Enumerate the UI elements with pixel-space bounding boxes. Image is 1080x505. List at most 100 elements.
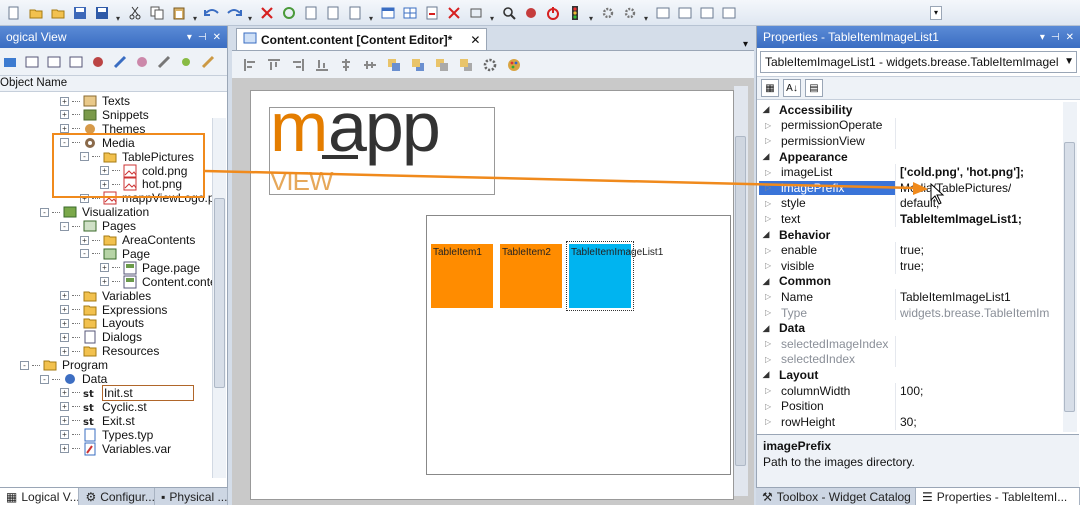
table-item-1-widget[interactable]: TableItem1: [431, 244, 493, 308]
scroll-thumb[interactable]: [214, 198, 225, 388]
tree-item[interactable]: - Page: [80, 247, 150, 261]
property-pages-icon[interactable]: ▤: [805, 79, 823, 97]
sort-alphabetical-icon[interactable]: A↓: [783, 79, 801, 97]
new-file-icon[interactable]: [4, 3, 23, 22]
expand-icon[interactable]: ▷: [765, 292, 771, 301]
property-row[interactable]: ▷ rowHeight 30;: [759, 414, 1063, 430]
close-tab-icon[interactable]: ✕: [470, 33, 480, 47]
tree-item[interactable]: + Types.typ: [60, 428, 153, 442]
puzzle-icon[interactable]: [132, 52, 151, 71]
tree-item[interactable]: + Layouts: [60, 316, 144, 330]
tab-physical-view[interactable]: ▪ Physical ...: [155, 488, 228, 505]
property-value[interactable]: true;: [895, 242, 924, 258]
dropdown-icon[interactable]: ▾: [1040, 32, 1045, 43]
backward-icon[interactable]: [456, 55, 475, 74]
tab-properties[interactable]: ☰ Properties - TableItemI...: [916, 488, 1080, 505]
edit-icon[interactable]: [110, 52, 129, 71]
collapse-icon[interactable]: ◢: [759, 323, 773, 334]
expand-icon[interactable]: ▷: [765, 246, 771, 255]
align-bottom-icon[interactable]: [312, 55, 331, 74]
tree-item[interactable]: + Texts: [60, 94, 130, 108]
expand-icon[interactable]: ▷: [765, 386, 771, 395]
dropdown-icon[interactable]: ▾: [187, 32, 192, 43]
save-all-icon[interactable]: [92, 3, 111, 22]
property-value[interactable]: [895, 133, 900, 149]
expand-icon[interactable]: +: [60, 318, 69, 328]
property-category[interactable]: ◢ Appearance: [759, 148, 1063, 165]
property-value[interactable]: [895, 351, 900, 368]
chevron-down-icon[interactable]: ▼: [1064, 52, 1074, 72]
expand-icon[interactable]: ▷: [765, 121, 771, 130]
collapse-icon[interactable]: -: [80, 249, 89, 259]
collapse-icon[interactable]: ◢: [759, 104, 773, 115]
expand-icon[interactable]: ▷: [765, 308, 771, 317]
bring-front-icon[interactable]: [384, 55, 403, 74]
forward-icon[interactable]: [432, 55, 451, 74]
undo-icon[interactable]: [202, 3, 221, 22]
expand-icon[interactable]: +: [60, 430, 69, 440]
content-page[interactable]: m app VIEW TableItem1 TableItem2 TableIt…: [250, 90, 734, 500]
brush-icon[interactable]: [198, 52, 217, 71]
categorized-icon[interactable]: ▦: [761, 79, 779, 97]
collapse-icon[interactable]: ◢: [759, 369, 773, 380]
tree-item[interactable]: - Program: [20, 358, 108, 372]
list-icon[interactable]: [44, 52, 63, 71]
editor-vscroll[interactable]: [734, 86, 748, 496]
property-value[interactable]: ['cold.png', 'hot.png'];: [895, 164, 1024, 180]
scroll-thumb[interactable]: [1064, 142, 1075, 412]
help-icon[interactable]: [66, 52, 85, 71]
property-value[interactable]: [895, 336, 900, 352]
power-icon[interactable]: [543, 3, 562, 22]
tab-toolbox[interactable]: ⚒ Toolbox - Widget Catalog: [756, 488, 916, 505]
expand-icon[interactable]: ▷: [765, 136, 771, 145]
send-back-icon[interactable]: [408, 55, 427, 74]
gear-icon[interactable]: [480, 55, 499, 74]
property-row[interactable]: ▷ imagePrefix Media/TablePictures/: [759, 180, 1063, 196]
expand-icon[interactable]: +: [60, 96, 69, 106]
expand-icon[interactable]: +: [100, 277, 109, 287]
property-row[interactable]: ▷ permissionOperate: [759, 117, 1063, 134]
expand-icon[interactable]: +: [60, 388, 69, 398]
property-category[interactable]: ◢ Data: [759, 320, 1063, 336]
tools-icon[interactable]: [88, 52, 107, 71]
pin-icon[interactable]: ⊣: [1051, 32, 1060, 43]
editor-canvas[interactable]: m app VIEW TableItem1 TableItem2 TableIt…: [232, 78, 754, 505]
table-item-2-widget[interactable]: TableItem2: [500, 244, 562, 308]
property-value[interactable]: [895, 398, 900, 414]
collapse-icon[interactable]: ◢: [759, 229, 773, 240]
cut-icon[interactable]: [125, 3, 144, 22]
property-row[interactable]: ▷ enable true;: [759, 242, 1063, 258]
property-row[interactable]: ▷ selectedIndex: [759, 351, 1063, 368]
expand-icon[interactable]: +: [60, 444, 69, 453]
tree-item[interactable]: + Snippets: [60, 108, 149, 122]
expand-icon[interactable]: +: [60, 110, 69, 120]
property-value[interactable]: Media/TablePictures/: [895, 180, 1011, 196]
document-edit-icon[interactable]: [345, 3, 364, 22]
settings-icon[interactable]: [598, 3, 617, 22]
property-category[interactable]: ◢ Behavior: [759, 226, 1063, 243]
collapse-icon[interactable]: ◢: [759, 276, 773, 287]
content-area-frame[interactable]: TableItem1 TableItem2 TableItemImageList…: [426, 215, 731, 475]
tab-logical-view[interactable]: ▦ Logical V...: [0, 488, 80, 505]
grid-icon[interactable]: [400, 3, 419, 22]
property-row[interactable]: ▷ imageList ['cold.png', 'hot.png'];: [759, 164, 1063, 180]
copy-icon[interactable]: [147, 3, 166, 22]
tree-item[interactable]: + Variables: [60, 289, 151, 303]
expand-icon[interactable]: ▷: [765, 168, 771, 177]
expand-icon[interactable]: ▷: [765, 214, 771, 223]
collapse-icon[interactable]: -: [40, 374, 49, 384]
mapp-view-logo[interactable]: m app VIEW: [269, 92, 495, 195]
property-category[interactable]: ◢ Layout: [759, 367, 1063, 383]
property-value[interactable]: [895, 117, 900, 134]
palette-icon[interactable]: [504, 55, 523, 74]
document-icon[interactable]: [301, 3, 320, 22]
package-icon[interactable]: [0, 52, 19, 71]
tree-item[interactable]: + Variables.var: [60, 442, 171, 456]
tree-item[interactable]: + Page.page: [100, 261, 200, 275]
pencil-icon[interactable]: [154, 52, 173, 71]
open-folder-icon[interactable]: [48, 3, 67, 22]
property-row[interactable]: ▷ columnWidth 100;: [759, 382, 1063, 399]
expand-icon[interactable]: ▷: [765, 261, 771, 270]
document-copy-icon[interactable]: [323, 3, 342, 22]
property-category[interactable]: ◢ Common: [759, 273, 1063, 290]
